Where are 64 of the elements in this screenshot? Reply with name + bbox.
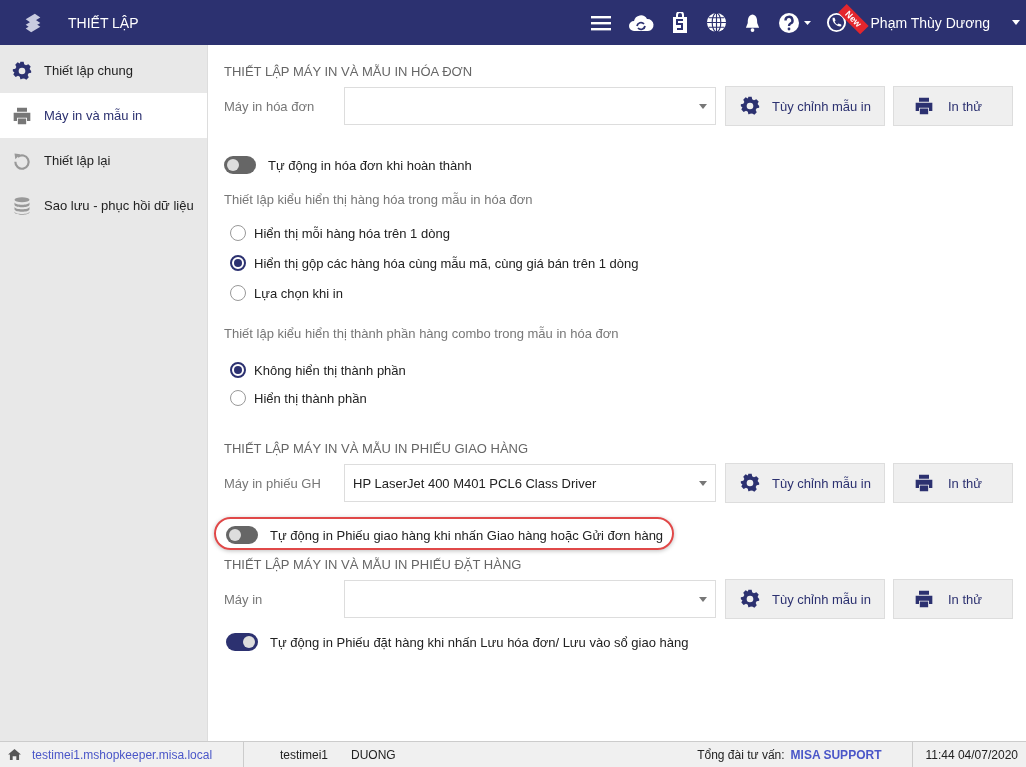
user-name: DUONG <box>351 747 396 762</box>
caret-icon[interactable] <box>1012 20 1020 25</box>
radio-label: Không hiển thị thành phần <box>254 362 406 378</box>
sidebar-item[interactable]: Thiết lập chung <box>0 48 207 93</box>
gear-icon <box>740 589 760 609</box>
help-icon[interactable] <box>777 11 812 34</box>
caret-icon <box>699 103 707 109</box>
field-label: Máy in <box>224 591 264 607</box>
section-heading: THIẾT LẬP MÁY IN VÀ MẪU IN HÓA ĐƠN <box>224 64 474 81</box>
cloud-sync-icon[interactable] <box>627 13 654 32</box>
caret-icon <box>699 596 707 602</box>
sidebar-item[interactable]: Sao lưu - phục hồi dữ liệu <box>0 183 207 228</box>
radio-label: Hiển thị thành phần <box>254 390 367 406</box>
radio-button[interactable] <box>230 362 246 378</box>
phone-icon[interactable] <box>825 12 847 33</box>
group-title: Thiết lập kiểu hiển thị hàng hóa trong mẫu in hóa đơn <box>224 191 534 209</box>
radio-button[interactable] <box>230 255 246 271</box>
database-icon <box>12 195 32 216</box>
menu-icon[interactable] <box>590 14 611 31</box>
hotline-link[interactable]: MISA SUPPORT <box>790 747 882 762</box>
toggle-switch[interactable] <box>226 526 258 544</box>
printer-icon <box>914 96 934 116</box>
group-title: Thiết lập kiểu hiển thị thành phần hàng combo trong mẫu in hóa đơn <box>224 325 620 343</box>
field-label: Máy in phiếu GH <box>224 475 322 491</box>
gear-icon <box>740 473 760 493</box>
test-print-button[interactable]: In thử <box>893 463 1013 503</box>
printer-icon <box>914 473 934 493</box>
test-print-button[interactable]: In thử <box>893 86 1013 126</box>
radio-label: Hiển thị gộp các hàng hóa cùng mẫu mã, cùng giá bán trên 1 dòng <box>254 255 639 271</box>
customize-template-button[interactable]: Tùy chỉnh mẫu in <box>725 463 885 503</box>
user-id: testimei1 <box>280 747 329 762</box>
caret-icon <box>699 480 707 486</box>
printer-select[interactable]: HP LaserJet 400 M401 PCL6 Class Driver <box>344 464 716 502</box>
toggle-switch[interactable] <box>224 156 256 174</box>
page-title: THIẾT LẬP <box>68 14 139 31</box>
toggle-label: Tự động in Phiếu giao hàng khi nhấn Giao hàng hoặc Gửi đơn hàng <box>270 527 664 543</box>
hotline-label: Tổng đài tư vấn: <box>697 747 785 762</box>
gear-icon <box>12 60 32 81</box>
customize-template-button[interactable]: Tùy chỉnh mẫu in <box>725 86 885 126</box>
toggle-label: Tự động in hóa đơn khi hoàn thành <box>268 157 472 173</box>
printer-icon <box>914 589 934 609</box>
bell-icon[interactable] <box>743 12 761 33</box>
customize-template-button[interactable]: Tùy chỉnh mẫu in <box>725 579 885 619</box>
gear-icon <box>740 96 760 116</box>
host-link[interactable]: testimei1.mshopkeeper.misa.local <box>32 747 213 762</box>
date-time: 11:44 04/07/2020 <box>925 747 1018 762</box>
radio-button[interactable] <box>230 285 246 301</box>
toggle-label: Tự động in Phiếu đặt hàng khi nhấn Lưu hóa đơn/ Lưu vào sổ giao hàng <box>270 634 689 650</box>
globe-icon[interactable] <box>705 12 727 33</box>
radio-button[interactable] <box>230 225 246 241</box>
user-menu[interactable]: Phạm Thùy Dương <box>870 14 990 31</box>
radio-button[interactable] <box>230 390 246 406</box>
section-heading: THIẾT LẬP MÁY IN VÀ MẪU IN PHIẾU ĐẶT HÀNG <box>224 557 523 574</box>
field-label: Máy in hóa đơn <box>224 98 316 114</box>
radio-label: Hiển thị mỗi hàng hóa trên 1 dòng <box>254 225 450 241</box>
toggle-switch[interactable] <box>226 633 258 651</box>
test-print-button[interactable]: In thử <box>893 579 1013 619</box>
radio-label: Lựa chọn khi in <box>254 285 343 301</box>
printer-icon <box>12 105 32 126</box>
home-icon[interactable] <box>8 749 21 760</box>
shopping-bag-icon[interactable] <box>670 11 689 34</box>
sidebar-item[interactable]: Máy in và mẫu in <box>0 93 207 138</box>
sidebar-item[interactable]: Thiết lập lại <box>0 138 207 183</box>
section-heading: THIẾT LẬP MÁY IN VÀ MẪU IN PHIẾU GIAO HÀNG <box>224 441 530 458</box>
